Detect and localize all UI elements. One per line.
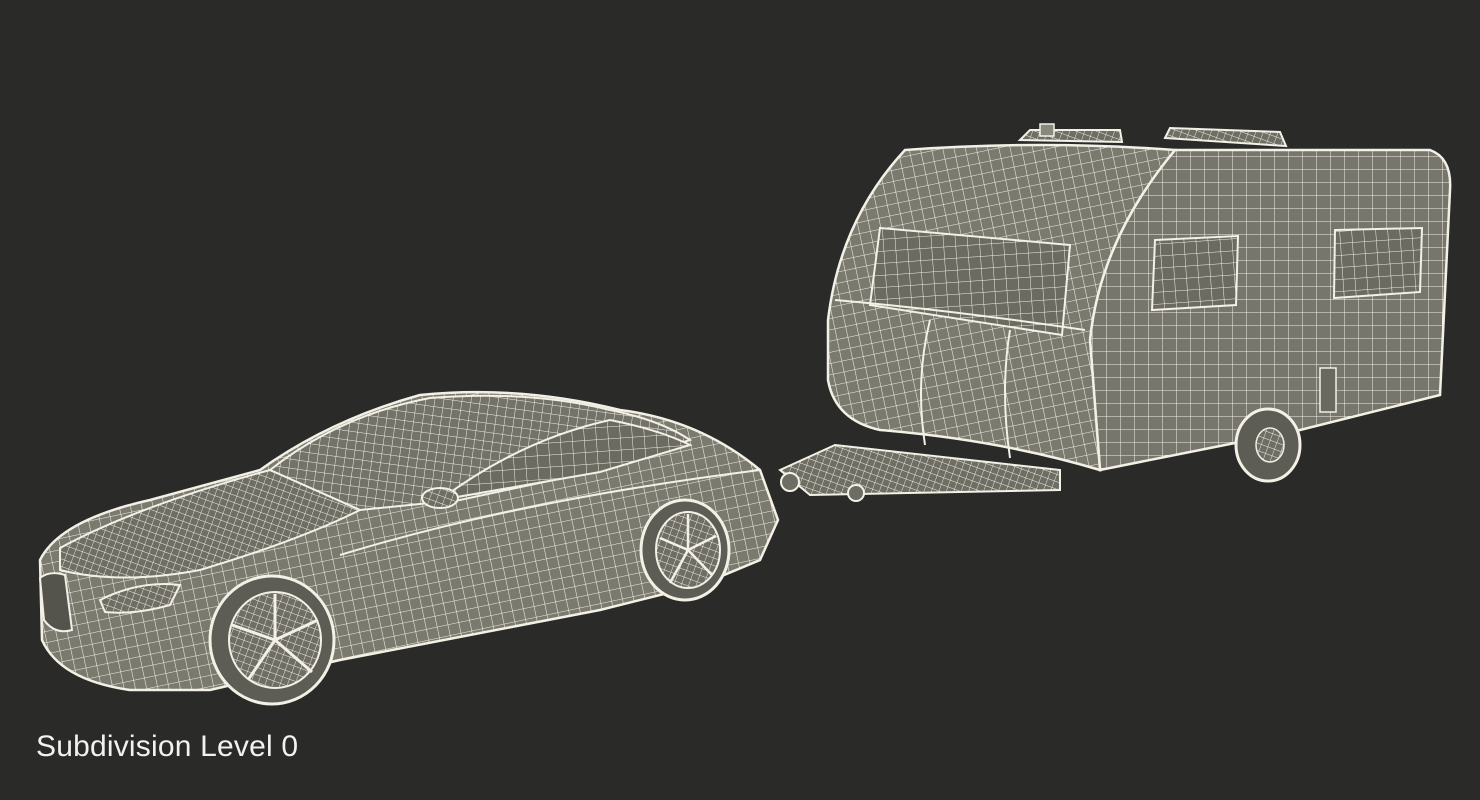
- subdivision-level-caption: Subdivision Level 0: [36, 730, 299, 763]
- caravan-side-window-1: [1150, 234, 1240, 312]
- render-viewport: Subdivision Level 0: [0, 0, 1480, 800]
- tow-hitch: [780, 472, 800, 492]
- caravan-jockey-wheel: [847, 484, 865, 502]
- caravan-door-vent: [1319, 367, 1337, 413]
- caravan-roof-vent-front: [1017, 129, 1124, 144]
- caravan-chimney: [1039, 123, 1055, 137]
- caravan-trailer: [778, 123, 1452, 502]
- car-side-mirror: [421, 487, 459, 509]
- wireframe-scene: [38, 123, 1452, 706]
- caravan-side-window-2: [1332, 226, 1424, 300]
- caravan-wheel-hub: [1255, 427, 1285, 463]
- sedan-car: [38, 390, 780, 706]
- caravan-drawbar: [778, 443, 1061, 497]
- caravan-roof-vent-rear: [1163, 126, 1288, 148]
